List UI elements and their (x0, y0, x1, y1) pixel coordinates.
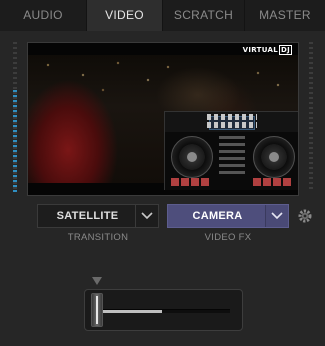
jog-wheel-right-center (269, 152, 279, 162)
transition-dropdown[interactable]: SATELLITE (37, 204, 159, 228)
vu-meter-left-level (13, 90, 17, 192)
controller-pads-right (253, 178, 293, 186)
tab-audio[interactable]: AUDIO (0, 0, 87, 31)
video-fx-value: CAMERA (192, 210, 243, 222)
vu-meter-right (309, 42, 313, 192)
video-preview[interactable]: VIRTUAL DJ (27, 42, 299, 196)
jog-wheel-left-center (187, 152, 197, 162)
jog-wheel-left (171, 136, 213, 178)
controller-buttons-top (207, 114, 257, 120)
chevron-down-icon (141, 212, 153, 220)
vu-meter-left (13, 42, 17, 192)
crossfader-handle[interactable] (91, 293, 103, 327)
controller-mixer (219, 136, 245, 176)
gear-icon[interactable] (297, 208, 313, 224)
tab-video[interactable]: VIDEO (87, 0, 163, 31)
tab-scratch[interactable]: SCRATCH (163, 0, 245, 31)
video-fx-dropdown-button[interactable] (265, 205, 288, 227)
video-frame-lights (28, 55, 298, 105)
crossfader-handle-line (96, 296, 98, 324)
crossfader-track-fill (100, 310, 163, 313)
crossfader-track (100, 309, 230, 313)
watermark-text: VIRTUAL (242, 46, 278, 54)
chevron-down-icon (271, 212, 283, 220)
transition-value: SATELLITE (56, 210, 119, 222)
video-watermark: VIRTUAL DJ (243, 45, 292, 55)
video-fx-caption: VIDEO FX (204, 232, 252, 243)
tab-master[interactable]: MASTER (245, 0, 325, 31)
video-fx-dropdown[interactable]: CAMERA (167, 204, 289, 228)
transition-dropdown-button[interactable] (135, 205, 158, 227)
controller-pads-left (171, 178, 211, 186)
tab-bar: AUDIO VIDEO SCRATCH MASTER (0, 0, 325, 31)
watermark-badge: DJ (278, 45, 292, 55)
camera-pip-overlay (164, 111, 298, 190)
video-crossfader[interactable] (84, 289, 243, 331)
transition-caption: TRANSITION (67, 232, 129, 243)
controller-buttons-row (207, 122, 257, 128)
triangle-down-icon (92, 277, 102, 285)
jog-wheel-right (253, 136, 295, 178)
